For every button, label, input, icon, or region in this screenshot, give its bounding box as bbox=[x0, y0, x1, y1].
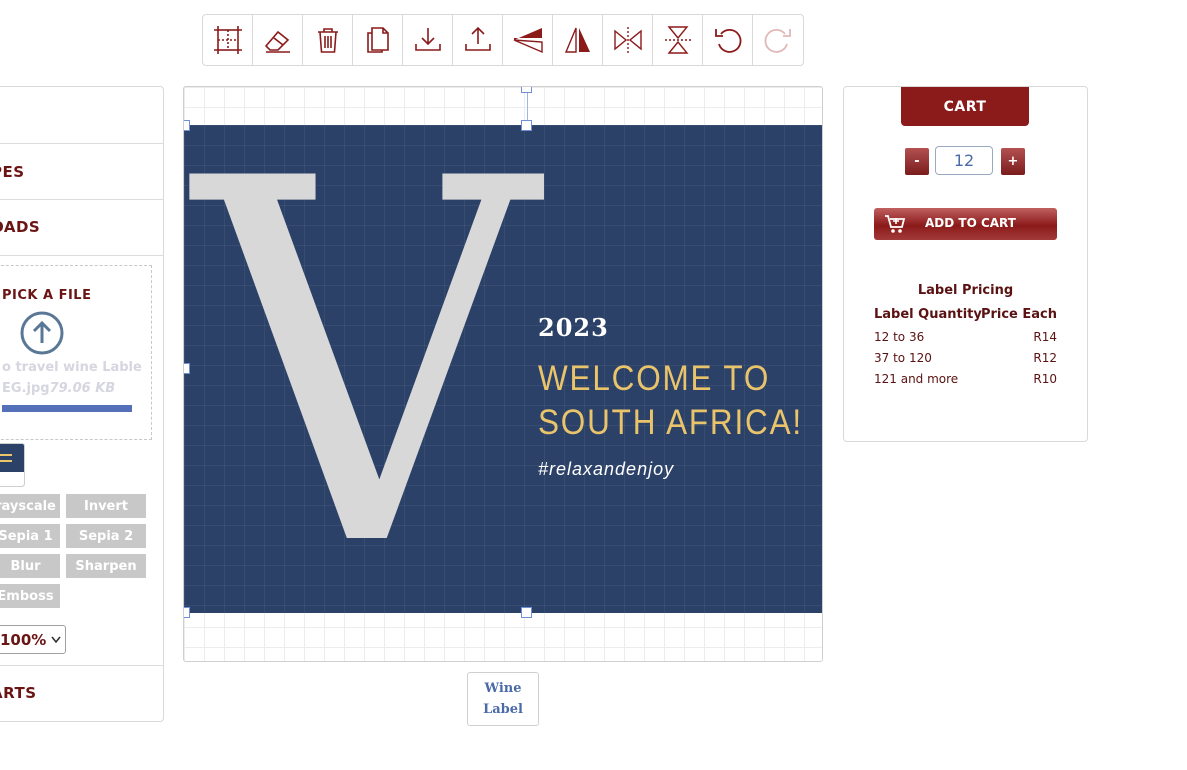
redo-icon bbox=[764, 29, 791, 53]
uploaded-thumbnail[interactable] bbox=[0, 443, 25, 487]
add-to-cart-button[interactable]: ADD TO CART bbox=[874, 208, 1057, 240]
wine-label-image[interactable]: V 2023 WELCOME TO SOUTH AFRICA! #relaxan… bbox=[184, 125, 822, 613]
chevron-down-icon bbox=[51, 636, 61, 644]
section-uploads[interactable]: OADS bbox=[0, 218, 163, 236]
upload-arrow-icon[interactable] bbox=[20, 311, 64, 355]
file-info: EG.jpg79.06 KB bbox=[2, 381, 115, 396]
bring-front-icon bbox=[564, 27, 590, 53]
filter-blur-button[interactable]: Blur bbox=[0, 554, 60, 578]
flip-horizontal-button[interactable] bbox=[603, 15, 653, 65]
pricing-qty: 37 to 120 bbox=[874, 351, 932, 365]
flip-vertical-button[interactable] bbox=[653, 15, 703, 65]
pricing-qty: 12 to 36 bbox=[874, 330, 925, 344]
pricing-row: 37 to 120 R12 bbox=[874, 351, 1057, 365]
undo-button[interactable] bbox=[703, 15, 753, 65]
add-to-cart-label: ADD TO CART bbox=[925, 216, 1016, 230]
tab-label-line-1: Wine bbox=[484, 681, 522, 696]
file-ext: EG.jpg bbox=[2, 381, 50, 396]
upload-progress-track bbox=[2, 405, 132, 412]
upload-icon bbox=[464, 26, 491, 51]
eraser-icon bbox=[264, 30, 290, 53]
filter-grayscale-button[interactable]: rayscale bbox=[0, 494, 60, 518]
send-back-button[interactable] bbox=[503, 15, 553, 65]
filter-sharpen-button[interactable]: Sharpen bbox=[66, 554, 146, 578]
flip-horizontal-icon bbox=[613, 27, 642, 53]
zoom-select[interactable]: 100% bbox=[0, 625, 66, 654]
design-canvas[interactable]: V 2023 WELCOME TO SOUTH AFRICA! #relaxan… bbox=[183, 86, 823, 662]
divider bbox=[0, 665, 163, 666]
divider bbox=[0, 199, 163, 200]
filter-invert-button[interactable]: Invert bbox=[66, 494, 146, 518]
zoom-value: 100% bbox=[0, 631, 47, 649]
pricing-row: 121 and more R10 bbox=[874, 372, 1057, 386]
decrease-quantity-button[interactable]: - bbox=[905, 148, 929, 175]
resize-handle-tl[interactable] bbox=[184, 120, 190, 131]
redo-button[interactable] bbox=[753, 15, 803, 65]
wine-label-tab[interactable]: Wine Label bbox=[467, 672, 539, 726]
upload-progress-bar bbox=[2, 405, 132, 412]
editor-toolbar bbox=[202, 14, 804, 66]
pricing-row: 12 to 36 R14 bbox=[874, 330, 1057, 344]
download-icon bbox=[414, 28, 441, 51]
pick-file-label[interactable]: PICK A FILE bbox=[2, 288, 91, 303]
divider bbox=[0, 255, 163, 256]
undo-icon bbox=[714, 29, 741, 53]
pricing-price: R14 bbox=[1033, 330, 1057, 344]
bring-front-button[interactable] bbox=[553, 15, 603, 65]
headline-line-2: SOUTH AFRICA! bbox=[538, 403, 803, 442]
delete-button[interactable] bbox=[303, 15, 353, 65]
filter-emboss-button[interactable]: Emboss bbox=[0, 584, 60, 608]
pricing-title: Label Pricing bbox=[917, 283, 1014, 298]
quantity-input[interactable]: 12 bbox=[935, 146, 993, 175]
file-size: 79.06 KB bbox=[49, 381, 116, 396]
download-button[interactable] bbox=[403, 15, 453, 65]
col-quantity-header: Label Quantity bbox=[874, 307, 982, 322]
col-price-header: Price Each bbox=[980, 307, 1057, 322]
trash-icon bbox=[317, 28, 338, 53]
crop-button[interactable] bbox=[203, 15, 253, 65]
pricing-price: R12 bbox=[1033, 351, 1057, 365]
resize-handle-tc[interactable] bbox=[521, 120, 532, 131]
tab-label-line-2: Label bbox=[483, 702, 523, 717]
resize-handle-ml[interactable] bbox=[184, 363, 190, 374]
upload-dropzone[interactable]: PICK A FILE o travel wine Lable EG.jpg79… bbox=[0, 265, 152, 440]
eraser-button[interactable] bbox=[253, 15, 303, 65]
cart-icon bbox=[885, 215, 906, 233]
upload-button[interactable] bbox=[453, 15, 503, 65]
flip-vertical-icon bbox=[664, 26, 691, 54]
filter-sepia2-button[interactable]: Sepia 2 bbox=[66, 524, 146, 548]
headline-line-1: WELCOME TO bbox=[538, 359, 771, 398]
section-carts[interactable]: ARTS bbox=[0, 684, 163, 702]
divider bbox=[0, 143, 163, 144]
send-back-icon bbox=[513, 28, 543, 54]
copy-icon bbox=[366, 27, 389, 53]
pricing-header: Label Quantity Price Each bbox=[874, 307, 1057, 322]
rotate-handle[interactable] bbox=[521, 87, 532, 93]
increase-quantity-button[interactable]: + bbox=[1001, 148, 1025, 175]
resize-handle-bl[interactable] bbox=[184, 607, 190, 618]
cart-panel: CART - 12 + ADD TO CART Label Pricing La… bbox=[843, 86, 1088, 442]
crop-icon bbox=[213, 26, 242, 54]
hashtag-text: #relaxandenjoy bbox=[538, 459, 675, 479]
filter-sepia1-button[interactable]: Sepia 1 bbox=[0, 524, 60, 548]
monogram-letter: V bbox=[194, 125, 538, 613]
year-text: 2023 bbox=[538, 313, 609, 342]
cart-header-button[interactable]: CART bbox=[901, 87, 1029, 126]
pricing-price: R10 bbox=[1033, 372, 1057, 386]
file-name: o travel wine Lable bbox=[2, 360, 142, 375]
section-shapes[interactable]: PES bbox=[0, 163, 163, 181]
pricing-qty: 121 and more bbox=[874, 372, 959, 386]
left-panel: PES OADS PICK A FILE o travel wine Lable… bbox=[0, 86, 164, 722]
copy-button[interactable] bbox=[353, 15, 403, 65]
resize-handle-bc[interactable] bbox=[521, 607, 532, 618]
